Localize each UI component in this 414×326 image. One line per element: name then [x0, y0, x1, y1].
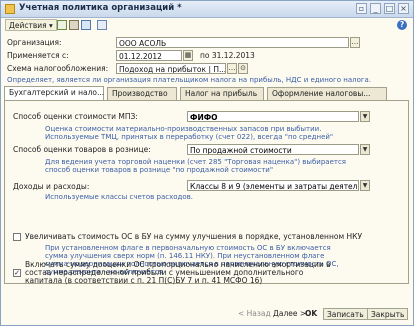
tab-tax-documents[interactable]: Оформление налоговы...: [267, 87, 387, 100]
tab-production[interactable]: Производство: [107, 87, 177, 100]
applied-label: Применяется с:: [7, 51, 69, 60]
help-icon[interactable]: ?: [397, 20, 407, 30]
period-end-text: по 31.12.2013: [200, 51, 255, 60]
maximize-icon[interactable]: □: [384, 3, 395, 14]
restore-icon[interactable]: ▫: [356, 3, 367, 14]
save-icon[interactable]: [69, 20, 79, 30]
toolbar: Действия ▾ ?: [1, 18, 413, 33]
save-button[interactable]: Записать: [323, 308, 368, 320]
applied-date-field[interactable]: 01.12.2012: [116, 50, 182, 61]
actions-label: Действия: [9, 21, 47, 30]
mpz-select[interactable]: ФИФО: [187, 111, 359, 122]
tab-accounting[interactable]: Бухгалтерский и нало...: [4, 86, 104, 100]
title-bar: Учетная политика организаций * ▫ _ □ ×: [1, 1, 413, 18]
tax-scheme-note: Определяет, является ли организация плат…: [7, 76, 372, 84]
next-button[interactable]: Далее >: [273, 308, 306, 320]
mpz-note: Оценка стоимости материально-производств…: [45, 125, 334, 141]
ok-button[interactable]: OK: [305, 308, 317, 320]
policy-window: Учетная политика организаций * ▫ _ □ × Д…: [0, 0, 414, 326]
tab-profit-tax[interactable]: Налог на прибыль: [180, 87, 264, 100]
tax-scheme-field[interactable]: Подоход на прибыток | П...: [116, 63, 226, 74]
income-select[interactable]: Классы 8 и 9 (элементы и затраты деятел.…: [187, 180, 359, 191]
income-dropdown-icon[interactable]: ▼: [360, 180, 370, 191]
os-improvement-label: Увеличивать стоимость ОС в БУ на сумму у…: [25, 232, 363, 241]
revaluation-label: Включать сумму дооценки ОС пропорциональ…: [25, 260, 331, 285]
tax-scheme-select-button[interactable]: …: [227, 63, 237, 74]
mpz-dropdown-icon[interactable]: ▼: [360, 111, 370, 122]
copy-icon[interactable]: [81, 20, 91, 30]
retail-note: Для ведения учета торговой наценки (счет…: [45, 158, 347, 174]
list-icon[interactable]: [97, 20, 107, 30]
window-icon: [5, 4, 15, 14]
retail-select[interactable]: По продажной стоимости: [187, 144, 359, 155]
close-button[interactable]: Закрыть: [367, 308, 409, 320]
save-close-icon[interactable]: [57, 20, 67, 30]
income-note: Используемые классы счетов расходов.: [45, 193, 193, 201]
bottom-bar: < Назад Далее > OK Записать Закрыть: [1, 306, 413, 324]
retail-label: Способ оценки товаров в рознице:: [13, 145, 151, 154]
accounting-tab-panel: Способ оценки стоимости МПЗ: ФИФО ▼ Оцен…: [4, 100, 409, 285]
window-title: Учетная политика организаций *: [19, 3, 182, 13]
income-label: Доходы и расходы:: [13, 182, 90, 191]
tax-scheme-label: Схема налогообложения:: [7, 64, 109, 73]
back-button[interactable]: < Назад: [238, 308, 271, 320]
close-icon[interactable]: ×: [398, 3, 409, 14]
actions-menu[interactable]: Действия ▾: [5, 19, 57, 31]
mpz-label: Способ оценки стоимости МПЗ:: [13, 112, 138, 121]
minimize-icon[interactable]: _: [370, 3, 381, 14]
retail-dropdown-icon[interactable]: ▼: [360, 144, 370, 155]
calendar-icon[interactable]: ▦: [183, 50, 193, 61]
org-field[interactable]: ООО АСОЛЬ: [116, 37, 349, 48]
tax-scheme-open-icon[interactable]: ⊙: [238, 63, 248, 74]
org-select-button[interactable]: …: [350, 37, 360, 48]
org-label: Организация:: [7, 38, 62, 47]
revaluation-checkbox[interactable]: ✓: [13, 269, 21, 277]
os-improvement-checkbox[interactable]: [13, 233, 21, 241]
